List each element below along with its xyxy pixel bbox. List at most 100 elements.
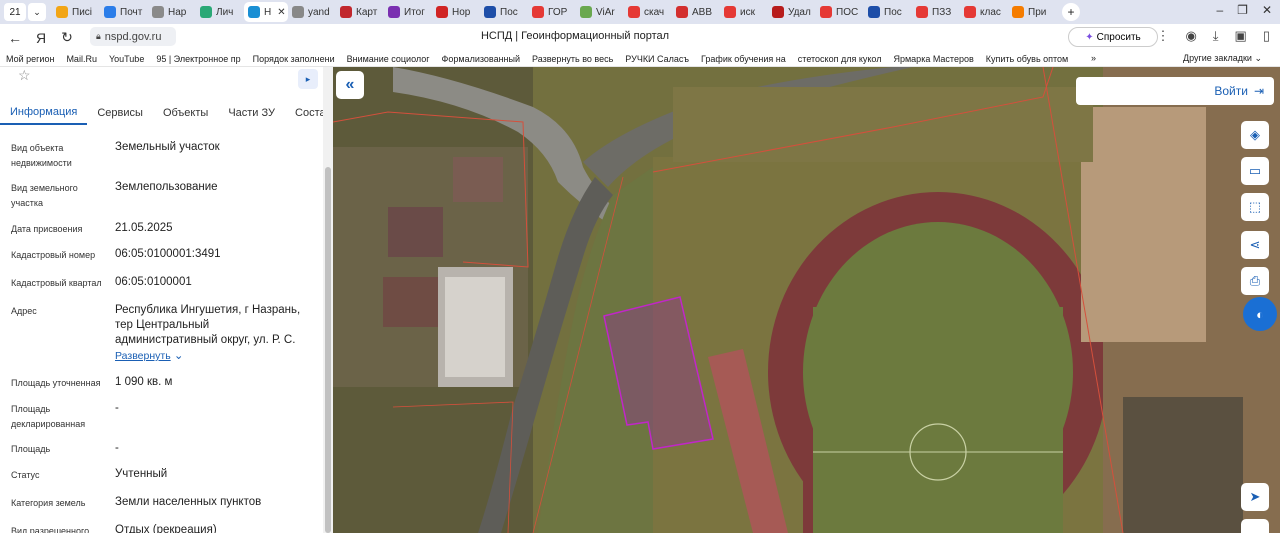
bookmark-item[interactable]: Формализованный [436, 54, 526, 64]
expand-address-link[interactable]: Развернуть ⌄ [115, 349, 310, 364]
map-tool-icon[interactable]: ▬ [1241, 519, 1269, 533]
ruler-icon[interactable]: ▭ [1241, 157, 1269, 185]
browser-tab[interactable]: иск [720, 2, 768, 22]
tab-label: иск [740, 6, 755, 18]
bookmark-item[interactable]: YouTube [103, 54, 150, 64]
browser-tab[interactable]: ГОР [528, 2, 576, 22]
tab-favicon-icon [152, 6, 164, 18]
browser-tab[interactable]: При [1008, 2, 1056, 22]
bookmark-item[interactable]: Ярмарка Мастеров [887, 54, 979, 64]
star-icon[interactable]: ☆ [18, 67, 31, 84]
tab-favicon-icon [436, 6, 448, 18]
tab-label: ПЗЗ [932, 6, 952, 18]
tab-favicon-icon [532, 6, 544, 18]
browser-tab[interactable]: Пос [480, 2, 528, 22]
browser-tab[interactable]: Н ✕ [244, 2, 288, 22]
page-title: НСПД | Геоинформационный портал [480, 30, 670, 42]
browser-tab[interactable]: Почт [100, 2, 148, 22]
collapse-panel-button[interactable]: « [336, 71, 364, 99]
bookmark-item[interactable]: Внимание социолог [341, 54, 436, 64]
new-tab-button[interactable]: + [1062, 3, 1080, 21]
tab-label: ABB [692, 6, 713, 18]
other-bookmarks[interactable]: » Другие закладки ⌄ [1091, 53, 1262, 64]
panel-tab[interactable]: Информация [0, 101, 88, 125]
browser-tab[interactable]: ABB [672, 2, 720, 22]
attribute-key: Статус [11, 470, 40, 480]
attribute-value: 1 090 кв. м [115, 376, 173, 388]
print-icon[interactable]: ⎙ [1241, 267, 1269, 295]
bookmark-item[interactable]: Порядок заполнени [247, 54, 341, 64]
map-view[interactable]: « Войти ⇥ ◈ ▭ ⬚ ⋖ ⎙ ◐ ➤ ▬ [333, 67, 1280, 533]
browser-tab[interactable]: клас [960, 2, 1008, 22]
chevron-down-icon[interactable]: ⌄ [28, 3, 46, 21]
bookmark-item[interactable]: стетоскоп для кукол [792, 54, 888, 64]
browser-tab[interactable]: Итог [384, 2, 432, 22]
login-icon: ⇥ [1253, 84, 1264, 98]
browser-tab[interactable]: ПОС [816, 2, 864, 22]
sidebar-icon[interactable]: ▯ [1263, 28, 1270, 44]
chevron-down-icon: ⌄ [170, 350, 184, 362]
tab-close-icon[interactable]: ✕ [277, 7, 285, 18]
browser-tab[interactable]: ПЗЗ [912, 2, 960, 22]
tab-favicon-icon [964, 6, 976, 18]
extension-icon[interactable]: ◉ [1185, 28, 1196, 44]
tab-label: ПОС [836, 6, 859, 18]
browser-tab[interactable]: Карт [336, 2, 384, 22]
tab-favicon-icon [772, 6, 784, 18]
screenshot-icon[interactable]: ▣ [1235, 28, 1247, 44]
bookmark-item[interactable]: РУЧКИ Саласъ [619, 54, 695, 64]
login-button[interactable]: Войти ⇥ [1076, 77, 1274, 105]
attribute-value: 06:05:0100001:3491 [115, 248, 221, 260]
bookmark-item[interactable]: Развернуть во весь [526, 54, 619, 64]
tab-favicon-icon [916, 6, 928, 18]
tab-favicon-icon [56, 6, 68, 18]
more-icon[interactable]: ⋮ [1156, 28, 1169, 44]
select-area-icon[interactable]: ⬚ [1241, 193, 1269, 221]
panel-tab[interactable]: Части ЗУ [218, 101, 285, 125]
browser-tab[interactable]: Нар [148, 2, 196, 22]
attribute-key: Категория земель [11, 498, 86, 508]
bookmark-item[interactable]: График обучения на [695, 54, 792, 64]
object-info-panel: ☆ Информация Сервисы Объекты Части ЗУ Соста … [0, 67, 333, 533]
tabs-scroll-right-icon[interactable]: ▸ [298, 69, 318, 89]
attribute-key: Площадь декларированная [11, 404, 86, 429]
attribute-value: - [115, 402, 119, 414]
bookmark-item[interactable]: 95 | Электронное пр [150, 54, 246, 64]
browser-tab[interactable]: Удал [768, 2, 816, 22]
tab-label: ГОР [548, 6, 568, 18]
browser-tab[interactable]: Нор [432, 2, 480, 22]
browser-tab[interactable]: скач [624, 2, 672, 22]
bookmark-item[interactable]: Mail.Ru [60, 54, 103, 64]
locate-icon[interactable]: ➤ [1241, 483, 1269, 511]
download-icon[interactable]: ⤓ [1213, 28, 1219, 44]
tab-favicon-icon [340, 6, 352, 18]
tab-label: скач [644, 6, 665, 18]
tab-favicon-icon [1012, 6, 1024, 18]
tab-label: Нор [452, 6, 471, 18]
panel-tab[interactable]: Объекты [153, 101, 218, 125]
minimize-icon[interactable]: – [1216, 3, 1223, 17]
attribute-key: Дата присвоения [11, 224, 83, 234]
browser-tab[interactable]: Пос [864, 2, 912, 22]
browser-tab[interactable]: Лич [196, 2, 244, 22]
tab-label: Итог [404, 6, 425, 18]
assistant-icon[interactable]: ◐ [1243, 297, 1277, 331]
bookmark-item[interactable]: Мой регион [0, 54, 60, 64]
layers-icon[interactable]: ◈ [1241, 121, 1269, 149]
panel-scrollbar-thumb[interactable] [325, 167, 331, 533]
share-icon[interactable]: ⋖ [1241, 231, 1269, 259]
browser-tab[interactable]: ViAr [576, 2, 624, 22]
tab-label: yand [308, 6, 330, 18]
attribute-value: Учтенный [115, 468, 168, 480]
browser-tab[interactable]: yand [288, 2, 336, 22]
chevrons-icon: » [1090, 53, 1096, 63]
tab-favicon-icon [292, 6, 304, 18]
tab-counter[interactable]: 21 [4, 3, 26, 21]
close-icon[interactable]: ✕ [1262, 3, 1272, 17]
panel-tab[interactable]: Сервисы [87, 101, 153, 125]
browser-tab[interactable]: Писі [52, 2, 100, 22]
tab-favicon-icon [248, 6, 260, 18]
bookmark-item[interactable]: Купить обувь оптом [980, 54, 1074, 64]
ask-button[interactable]: ✦ Спросить [1068, 27, 1158, 47]
restore-icon[interactable]: ❐ [1237, 3, 1248, 17]
